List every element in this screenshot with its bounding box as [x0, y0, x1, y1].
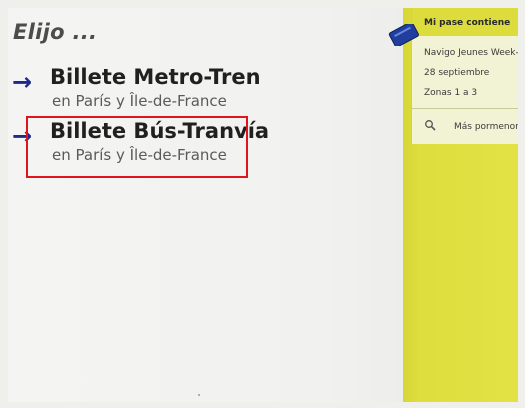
panel-divider	[412, 108, 518, 109]
main-area: Elijo ... → Billete Metro-Tren en París …	[8, 8, 403, 402]
magnifier-icon	[425, 120, 436, 131]
pass-panel-header: Mi pase contiene	[412, 8, 518, 36]
option-title: Billete Metro-Tren	[50, 65, 261, 89]
pass-panel: Mi pase contiene Navigo Jeunes Week-e 28…	[403, 8, 518, 402]
pass-zones: Zonas 1 a 3	[424, 88, 478, 98]
pass-panel-title: Mi pase contiene	[424, 18, 511, 28]
more-details-button[interactable]: Más pormenore	[412, 110, 518, 140]
pass-date: 28 septiembre	[424, 68, 490, 78]
option-metro-tren-ticket[interactable]: → Billete Metro-Tren en París y Île-de-F…	[12, 65, 262, 115]
option-subtitle: en París y Île-de-France	[52, 92, 227, 110]
page-heading: Elijo ...	[13, 20, 98, 44]
more-details-label: Más pormenore	[454, 122, 518, 132]
arrow-right-icon: →	[12, 68, 33, 96]
pass-card-icon	[388, 24, 419, 46]
pass-type: Navigo Jeunes Week-e	[424, 48, 518, 58]
kiosk-screen: Elijo ... → Billete Metro-Tren en París …	[8, 8, 518, 402]
selection-highlight	[26, 116, 248, 178]
pass-contents-box: Mi pase contiene Navigo Jeunes Week-e 28…	[411, 8, 518, 144]
screen-speck	[198, 394, 200, 396]
